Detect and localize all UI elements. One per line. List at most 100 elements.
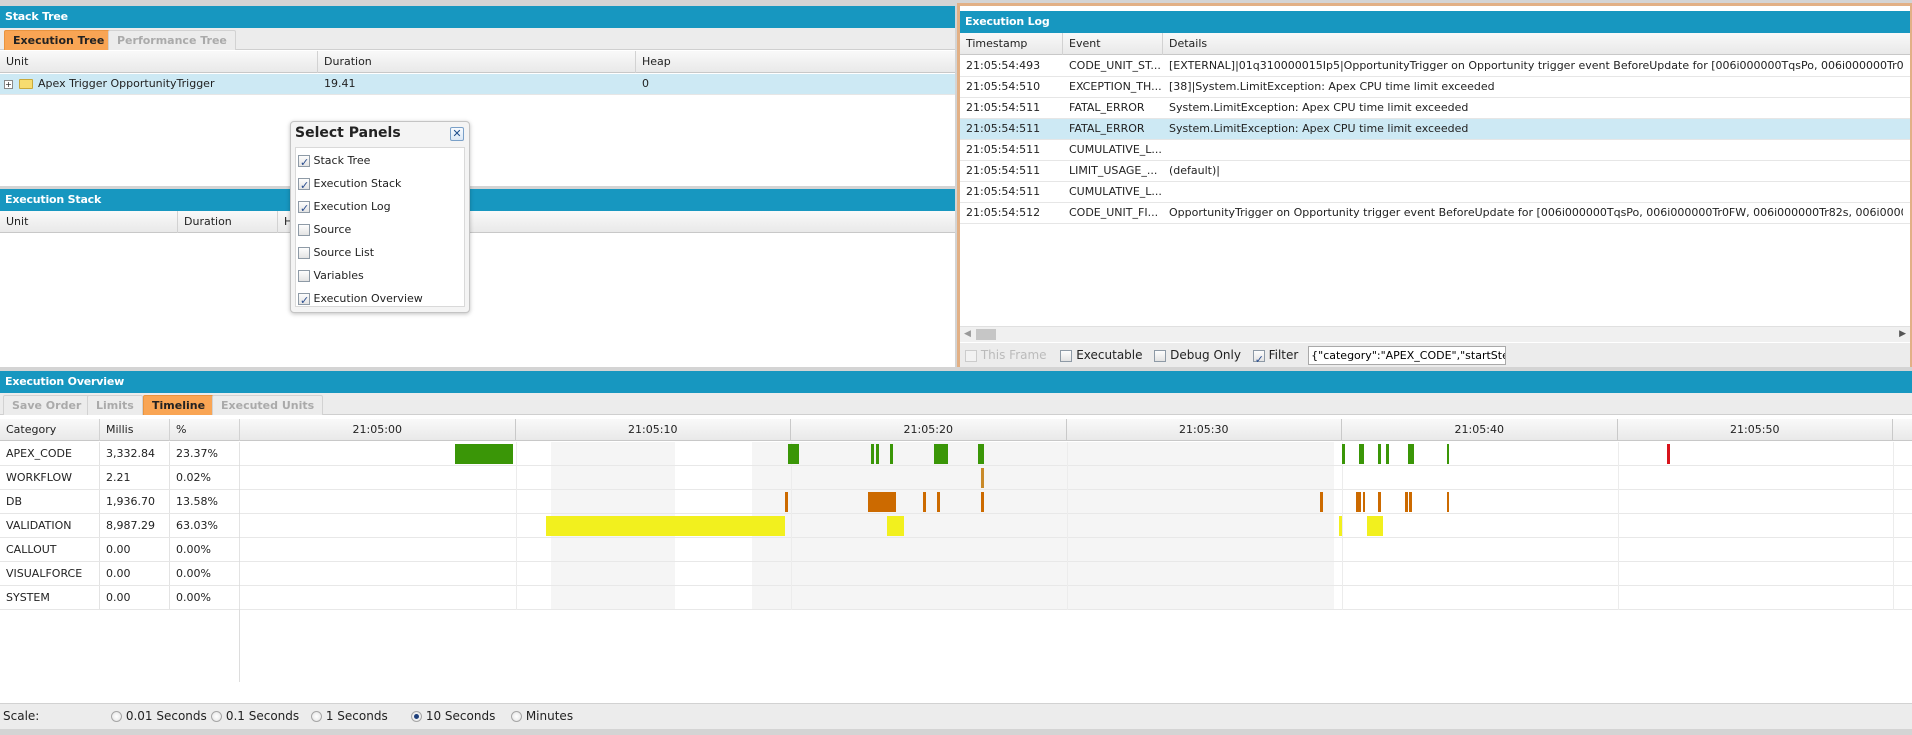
radio[interactable]	[411, 711, 422, 722]
column-pct[interactable]: %	[170, 419, 240, 441]
timeline-bar[interactable]	[1319, 492, 1323, 512]
timeline-bar[interactable]	[890, 444, 893, 464]
timeline-bar[interactable]	[788, 444, 800, 464]
timeline-bar[interactable]	[1339, 516, 1342, 536]
timeline-bar[interactable]	[1386, 444, 1389, 464]
log-timestamp: 21:05:54:511	[966, 101, 1041, 114]
column-unit[interactable]: Unit	[0, 51, 318, 73]
column-duration[interactable]: Duration	[318, 51, 636, 73]
column-heap[interactable]: Heap	[636, 51, 955, 73]
scroll-right-icon[interactable]: ▶	[1899, 329, 1906, 339]
scale-footer: Scale: 0.01 Seconds 0.1 Seconds 1 Second…	[0, 703, 1912, 729]
tab-limits[interactable]: Limits	[87, 395, 143, 415]
panel-option-source[interactable]: Source	[298, 220, 351, 240]
timeline-bar[interactable]	[1355, 492, 1362, 512]
timeline-bar[interactable]	[1377, 492, 1381, 512]
debug-only-checkbox[interactable]	[1154, 349, 1167, 362]
timeline-bar[interactable]	[1366, 516, 1384, 536]
timeline-bar[interactable]	[454, 444, 513, 464]
panel-option-execution-log[interactable]: Execution Log	[298, 197, 391, 219]
scale-option-0.01s[interactable]: 0.01 Seconds	[111, 704, 207, 729]
timeline-bar[interactable]	[1409, 492, 1413, 512]
log-row[interactable]: 21:05:54:511 FATAL_ERROR System.LimitExcep…	[960, 119, 1910, 140]
timeline-tick-label: 21:05:50	[1618, 419, 1893, 441]
timeline-bar[interactable]	[937, 492, 940, 512]
log-row[interactable]: 21:05:54:511 LIMIT_USAGE_... (default)|	[960, 161, 1910, 182]
panel-option-execution-stack[interactable]: Execution Stack	[298, 174, 401, 196]
filter-input[interactable]	[1308, 346, 1507, 365]
horizontal-scrollbar[interactable]: ◀ ▶	[960, 326, 1910, 342]
timeline-bar[interactable]	[1446, 444, 1450, 464]
timeline-bar[interactable]	[879, 492, 888, 512]
panel-option-source-list[interactable]: Source List	[298, 243, 374, 263]
checkbox[interactable]	[298, 153, 310, 173]
radio[interactable]	[211, 711, 222, 722]
checkbox[interactable]	[298, 224, 310, 236]
timeline-bar[interactable]	[785, 492, 789, 512]
checkbox[interactable]	[298, 176, 310, 196]
timeline-bar[interactable]	[1405, 492, 1409, 512]
timeline-bar[interactable]	[1377, 444, 1381, 464]
log-row[interactable]: 21:05:54:511 CUMULATIVE_L...	[960, 182, 1910, 203]
log-row[interactable]: 21:05:54:510 EXCEPTION_TH... [38]|System.L…	[960, 77, 1910, 98]
tree-row[interactable]: + Apex Trigger OpportunityTrigger 19.41 …	[0, 74, 955, 95]
timeline-bar-error[interactable]	[1667, 444, 1670, 464]
log-row[interactable]: 21:05:54:511 FATAL_ERROR System.LimitExcep…	[960, 98, 1910, 119]
radio[interactable]	[511, 711, 522, 722]
panel-option-execution-overview[interactable]: Execution Overview	[298, 289, 423, 311]
timeline-bar[interactable]	[1446, 492, 1450, 512]
execution-log-header: Timestamp Event Details	[960, 33, 1910, 55]
timeline-bar[interactable]	[887, 516, 904, 536]
column-category[interactable]: Category	[0, 419, 100, 441]
timeline-bar[interactable]	[1358, 444, 1365, 464]
tab-save-order[interactable]: Save Order	[3, 395, 91, 415]
expand-icon[interactable]: +	[4, 79, 13, 89]
scale-option-0.1s[interactable]: 0.1 Seconds	[211, 704, 299, 729]
scale-option-minutes[interactable]: Minutes	[511, 704, 573, 729]
scale-option-1s[interactable]: 1 Seconds	[311, 704, 388, 729]
checkbox[interactable]	[298, 270, 310, 282]
timeline-bar[interactable]	[981, 492, 984, 512]
filter-checkbox[interactable]	[1252, 348, 1265, 372]
log-row[interactable]: 21:05:54:512 CODE_UNIT_FI... OpportunityTr…	[960, 203, 1910, 224]
panel-option-variables[interactable]: Variables	[298, 266, 364, 286]
scroll-left-icon[interactable]: ◀	[964, 329, 971, 339]
timeline-bar[interactable]	[978, 444, 984, 464]
tab-executed-units[interactable]: Executed Units	[212, 395, 324, 415]
radio[interactable]	[111, 711, 122, 722]
timeline-bar[interactable]	[1342, 444, 1345, 464]
executable-checkbox[interactable]	[1060, 349, 1073, 362]
category-millis: 3,332.84	[100, 442, 170, 465]
close-icon[interactable]: ✕	[450, 127, 464, 141]
timeline-bar[interactable]	[876, 444, 880, 464]
scale-option-10s[interactable]: 10 Seconds	[411, 704, 495, 729]
log-row[interactable]: 21:05:54:511 CUMULATIVE_L...	[960, 140, 1910, 161]
column-duration[interactable]: Duration	[178, 211, 278, 233]
checkbox[interactable]	[298, 291, 310, 311]
column-details[interactable]: Details	[1163, 33, 1910, 55]
timeline-bar[interactable]	[545, 516, 786, 536]
timeline-bar[interactable]	[934, 444, 949, 464]
timeline-bar[interactable]	[1362, 492, 1366, 512]
tab-timeline[interactable]: Timeline	[143, 395, 215, 415]
log-event: EXCEPTION_TH...	[1069, 80, 1162, 93]
radio[interactable]	[311, 711, 322, 722]
timeline-bar[interactable]	[872, 492, 877, 512]
log-timestamp: 21:05:54:510	[966, 80, 1041, 93]
column-event[interactable]: Event	[1063, 33, 1163, 55]
column-unit[interactable]: Unit	[0, 211, 178, 233]
timeline-bar[interactable]	[1408, 444, 1414, 464]
timeline-bar[interactable]	[870, 444, 874, 464]
column-timestamp[interactable]: Timestamp	[960, 33, 1063, 55]
log-row[interactable]: 21:05:54:493 CODE_UNIT_ST... [EXTERNAL]|01…	[960, 56, 1910, 77]
stack-tree-header: Unit Duration Heap	[0, 51, 955, 73]
tab-execution-tree[interactable]: Execution Tree	[4, 30, 114, 50]
panel-option-stack-tree[interactable]: Stack Tree	[298, 151, 370, 173]
scroll-thumb[interactable]	[976, 329, 996, 340]
checkbox[interactable]	[298, 247, 310, 259]
timeline-bar[interactable]	[923, 492, 926, 512]
timeline-bar[interactable]	[981, 468, 984, 488]
tab-performance-tree[interactable]: Performance Tree	[108, 30, 236, 50]
checkbox[interactable]	[298, 199, 310, 219]
column-millis[interactable]: Millis	[100, 419, 170, 441]
